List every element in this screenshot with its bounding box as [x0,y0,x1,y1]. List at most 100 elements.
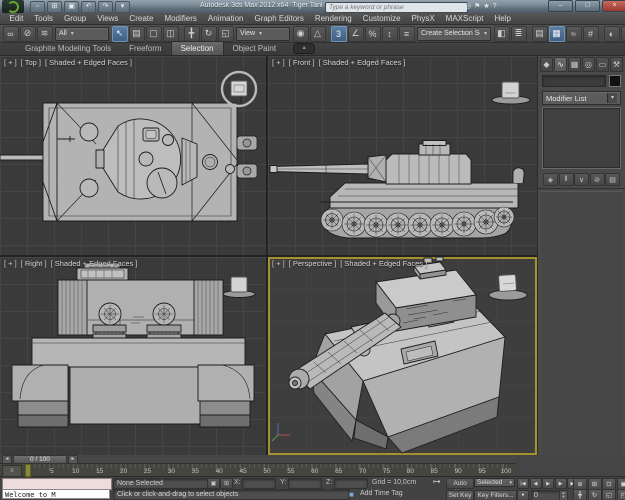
maximize-viewport-toggle-icon[interactable]: ◰ [617,489,625,500]
redo-icon[interactable]: ↷ [98,1,113,13]
make-unique-icon[interactable]: ∨ [574,173,589,186]
object-color-swatch[interactable] [609,75,621,87]
coord-x-field[interactable] [242,478,276,489]
new-file-icon[interactable]: ▫ [30,1,45,13]
menu-graph-editors[interactable]: Graph Editors [249,13,309,25]
menu-animation[interactable]: Animation [202,13,249,25]
favorites-icon[interactable]: ★ [483,2,489,10]
tab-freeform[interactable]: Freeform [120,42,170,55]
time-slider-frame-label[interactable]: 0 / 100 [13,455,67,464]
viewport-name-menu[interactable]: [ Right ] [21,259,47,268]
key-mode-toggle-icon[interactable]: ● [517,490,529,500]
set-key-toggle-icon[interactable]: ⊶ [430,477,443,487]
tab-selection[interactable]: Selection [171,41,224,55]
minimize-button[interactable]: – [548,0,573,12]
menu-views[interactable]: Views [92,13,124,25]
next-frame-icon[interactable]: ▶ [555,478,567,489]
motion-tab-icon[interactable]: ◎ [582,57,595,72]
curve-editor-icon[interactable]: ≈ [566,26,582,42]
current-frame-field[interactable]: 0 [531,490,561,500]
schematic-view-icon[interactable]: # [583,26,599,42]
current-frame-marker[interactable] [25,464,31,477]
hierarchy-tab-icon[interactable]: ▦ [568,57,581,72]
menu-help[interactable]: Help [489,13,516,25]
angle-snap-icon[interactable]: ∠ [348,26,364,42]
viewport-menu-plus[interactable]: [ + ] [4,58,17,67]
viewport-shading-menu[interactable]: [ Shaded + Edged Faces ] [340,259,427,268]
maximize-button[interactable]: □ [575,0,600,12]
viewport-shading-menu[interactable]: [ Shaded + Edged Faces ] [45,58,132,67]
viewport-top[interactable]: [ + ] [ Top ] [ Shaded + Edged Faces ] [0,56,266,255]
orbit-icon[interactable]: ↻ [588,489,602,500]
viewport-perspective[interactable]: [ + ] [ Perspective ] [ Shaded + Edged F… [268,257,537,455]
workspace-dropdown-icon[interactable]: ▾ [115,1,130,13]
viewport-right[interactable]: [ + ] [ Right ] [ Shaded + Edged Faces ] [0,257,266,455]
frame-spinner[interactable]: ▲▼ [559,490,568,500]
track-bar[interactable]: ≡ 51015202530354045505560657075808590951… [0,464,516,477]
menu-group[interactable]: Group [58,13,91,25]
selection-filter-dropdown[interactable]: All▾ [55,27,109,41]
time-slider-handle[interactable]: ◄ 0 / 100 ► [2,456,78,463]
viewport-name-menu[interactable]: [ Perspective ] [289,259,337,268]
named-selection-sets-icon[interactable]: ≡ [399,26,415,42]
set-key-button[interactable]: Set Key [446,490,474,500]
menu-tools[interactable]: Tools [29,13,59,25]
close-button[interactable]: × [602,0,625,12]
next-frame-arrow-icon[interactable]: ► [68,455,78,464]
help-icon[interactable]: ? [493,3,497,10]
layer-manager-icon[interactable]: ▤ [532,26,548,42]
select-by-name-icon[interactable]: ▤ [129,26,145,42]
modify-tab-icon[interactable]: ∿ [554,57,567,72]
tank-top-view-canvas[interactable] [0,56,266,255]
tank-front-view-canvas[interactable] [268,56,537,255]
tab-graphite-modeling-tools[interactable]: Graphite Modeling Tools [16,42,120,55]
select-object-icon[interactable]: ↖ [112,26,128,42]
tank-perspective-view-canvas[interactable] [268,257,537,455]
render-setup-icon[interactable]: ⚙ [621,26,625,42]
coord-z-field[interactable] [334,478,368,489]
ribbon-toggle-icon[interactable]: ▦ [549,26,565,42]
align-icon[interactable]: ≣ [511,26,527,42]
field-of-view-icon[interactable]: ◱ [602,489,616,500]
spinner-snap-icon[interactable]: ↕ [382,26,398,42]
mini-curve-editor-button[interactable]: ≡ [2,465,22,477]
modifier-list-dropdown[interactable]: Modifier List ▾ [542,91,621,105]
use-pivot-center-icon[interactable]: ◉ [293,26,309,42]
snap-toggle-3d-icon[interactable]: 3 [331,26,347,42]
menu-physx[interactable]: PhysX [406,13,440,25]
reference-coordsys-dropdown[interactable]: View▾ [236,27,290,41]
trackbar-ruler[interactable]: 5101520253035404550556065707580859095100 [25,464,507,477]
create-tab-icon[interactable]: ◆ [540,57,553,72]
add-time-tag-label[interactable]: Add Time Tag [360,490,403,497]
go-to-start-icon[interactable]: |◀ [517,478,529,489]
menu-customize[interactable]: Customize [357,13,406,25]
percent-snap-icon[interactable]: % [365,26,381,42]
menu-create[interactable]: Create [124,13,159,25]
search-input[interactable] [325,2,468,13]
ribbon-collapse-icon[interactable]: ▴ [293,43,315,54]
viewport-menu-plus[interactable]: [ + ] [272,259,285,268]
viewport-shading-menu[interactable]: [ Shaded + Edged Faces ] [51,259,138,268]
viewport-menu-plus[interactable]: [ + ] [272,58,285,67]
undo-icon[interactable]: ↶ [81,1,96,13]
auto-key-button[interactable]: Auto Key [446,478,474,489]
absolute-offset-toggle-icon[interactable]: ⊞ [220,478,233,489]
material-editor-icon[interactable]: ◐ [604,26,620,42]
open-file-icon[interactable]: ⊞ [47,1,62,13]
configure-modifier-sets-icon[interactable]: ▤ [605,173,620,186]
show-end-result-icon[interactable]: ‖ [559,173,574,186]
application-menu-button[interactable] [2,0,24,13]
maxscript-mini-listener[interactable]: Welcome to M [2,489,110,499]
named-sets-dropdown[interactable]: Create Selection Se▾ [417,27,491,41]
viewport-front[interactable]: [ + ] [ Front ] [ Shaded + Edged Faces ] [268,56,537,255]
save-file-icon[interactable]: ▣ [64,1,79,13]
select-rotate-icon[interactable]: ↻ [201,26,217,42]
search-find-icon[interactable]: ◎ [465,2,471,10]
coord-y-field[interactable] [288,478,322,489]
window-crossing-icon[interactable]: ◫ [163,26,179,42]
modifier-stack[interactable] [542,107,621,169]
play-animation-icon[interactable]: ▶ [542,478,554,489]
menu-edit[interactable]: Edit [4,13,29,25]
key-filters-button[interactable]: Key Filters... [474,490,517,500]
unlink-icon[interactable]: ⊘ [20,26,36,42]
